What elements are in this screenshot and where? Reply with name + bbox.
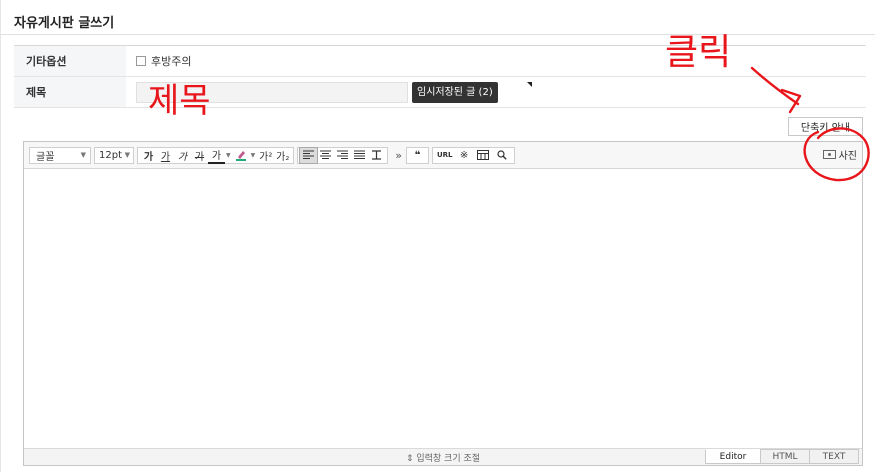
nsfw-checkbox[interactable]	[136, 56, 146, 66]
options-label: 기타옵션	[14, 46, 126, 76]
tab-editor[interactable]: Editor	[705, 449, 761, 464]
align-group	[297, 146, 389, 164]
link-button[interactable]: URL	[435, 148, 455, 163]
align-left-button[interactable]	[299, 146, 319, 164]
chevron-down-icon: ▼	[80, 151, 86, 159]
temp-saved-button[interactable]: 임시저장된 글 (2)	[412, 81, 498, 103]
options-row: 기타옵션 후방주의	[14, 46, 866, 77]
align-center-icon	[320, 150, 332, 159]
background-color-button[interactable]	[233, 148, 250, 163]
editor-resize-handle[interactable]: ⇕ 입력창 크기 조절 Editor HTML TEXT	[24, 448, 862, 465]
search-icon	[497, 150, 507, 160]
tab-text[interactable]: TEXT	[809, 449, 859, 464]
page-left-border	[0, 0, 1, 472]
align-right-button[interactable]	[334, 148, 351, 163]
title-divider	[0, 34, 875, 35]
nsfw-checkbox-label[interactable]: 후방주의	[151, 53, 191, 69]
find-button[interactable]	[493, 148, 512, 163]
chevron-down-icon: ▼	[124, 151, 130, 159]
subject-value: 임시저장된 글 (2)	[126, 77, 866, 107]
subject-input[interactable]	[136, 81, 408, 103]
tab-html[interactable]: HTML	[760, 449, 810, 464]
photo-icon	[822, 150, 836, 159]
subscript-button[interactable]: 가₂	[274, 148, 291, 163]
align-right-icon	[337, 150, 349, 159]
font-family-select[interactable]: 글꼴 ▼	[29, 146, 91, 164]
table-button[interactable]	[474, 148, 493, 163]
special-char-button[interactable]: ※	[455, 148, 474, 163]
highlighter-icon	[236, 151, 247, 161]
rich-text-editor: 글꼴 ▼ 12pt ▼ 가 가 가 가 가 ▼ ▼ 가² 가₂ » ❝ URL …	[23, 141, 863, 466]
insert-group: URL ※	[431, 146, 515, 164]
strikethrough-button[interactable]: 가	[191, 148, 208, 163]
dropdown-corner-icon[interactable]	[527, 82, 532, 87]
photo-button-label: 사진	[838, 151, 857, 162]
table-icon	[477, 150, 490, 160]
editor-mode-tabs: Editor HTML TEXT	[705, 449, 859, 464]
editor-toolbar: 글꼴 ▼ 12pt ▼ 가 가 가 가 가 ▼ ▼ 가² 가₂ » ❝ URL …	[24, 142, 862, 169]
subject-label: 제목	[14, 77, 126, 107]
page-title: 자유게시판 글쓰기	[14, 16, 115, 31]
shortcut-guide-button[interactable]: 단축키 안내	[788, 117, 863, 136]
subject-row: 제목 임시저장된 글 (2)	[14, 77, 866, 108]
photo-button[interactable]: 사진	[822, 146, 857, 163]
options-value: 후방주의	[126, 46, 866, 76]
line-height-button[interactable]	[368, 148, 385, 163]
underline-button[interactable]: 가	[157, 148, 174, 163]
line-height-icon	[372, 150, 382, 160]
font-family-value: 글꼴	[36, 151, 55, 163]
bold-button[interactable]: 가	[140, 148, 157, 163]
align-left-icon	[303, 150, 315, 159]
more-tools-button[interactable]: »	[395, 149, 402, 162]
superscript-button[interactable]: 가²	[257, 148, 274, 163]
font-color-button[interactable]: 가	[208, 147, 225, 164]
chevron-down-icon[interactable]: ▼	[251, 152, 256, 159]
quote-button[interactable]: ❝	[409, 148, 426, 163]
text-style-group: 가 가 가 가 가 ▼ ▼ 가² 가₂	[137, 146, 295, 164]
italic-button[interactable]: 가	[174, 148, 191, 163]
resize-label: ⇕ 입력창 크기 조절	[405, 453, 481, 464]
align-justify-icon	[354, 150, 366, 159]
editor-content-area[interactable]	[24, 169, 862, 448]
chevron-down-icon[interactable]: ▼	[226, 152, 231, 159]
quote-group: ❝	[405, 146, 429, 164]
font-size-select[interactable]: 12pt ▼	[94, 146, 134, 164]
align-justify-button[interactable]	[351, 148, 368, 163]
align-center-button[interactable]	[317, 148, 334, 163]
write-form: 기타옵션 후방주의 제목 임시저장된 글 (2)	[14, 45, 866, 108]
font-size-value: 12pt	[99, 149, 122, 161]
